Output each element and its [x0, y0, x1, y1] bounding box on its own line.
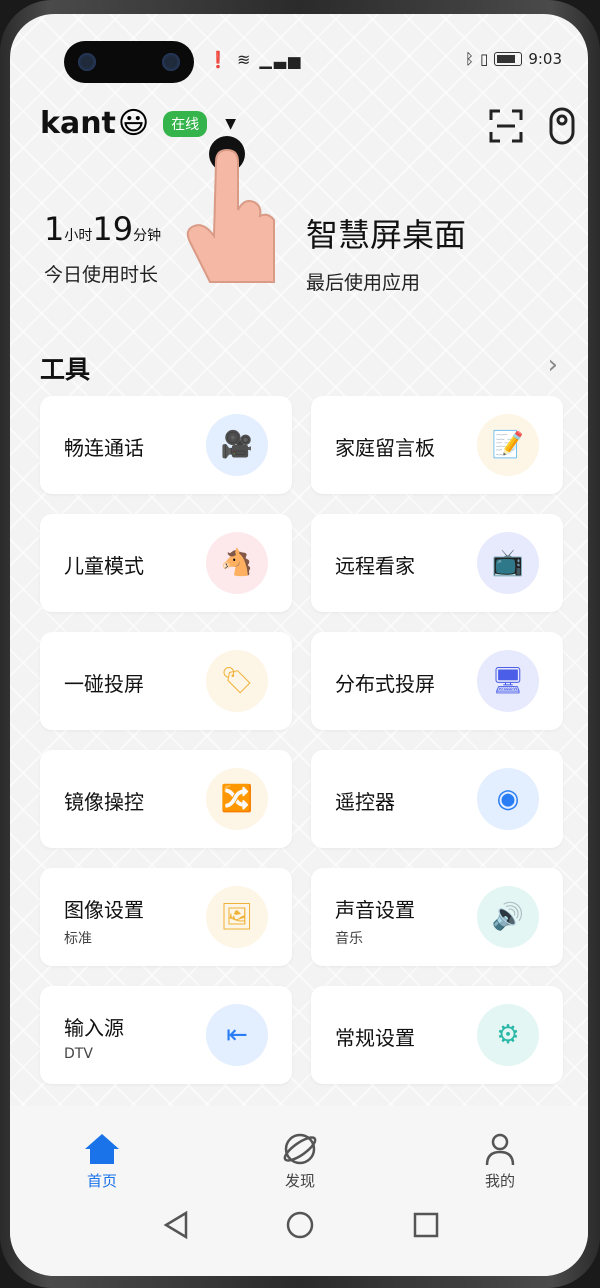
- status-icons-left: ❗ ≋ ▁▃▅: [208, 50, 302, 69]
- nav-home-label: 首页: [86, 1172, 117, 1190]
- tv-camera-icon: 📺: [477, 532, 539, 594]
- person-icon: [485, 1133, 515, 1166]
- speaker-icon: 🔊: [477, 886, 539, 948]
- touch-hand-icon: [180, 132, 290, 296]
- tool-card-label: 常规设置: [335, 1026, 415, 1050]
- tools-section-title: 工具: [40, 355, 91, 384]
- last-app-stat: 智慧屏桌面 最后使用应用: [306, 210, 466, 295]
- usage-hours-unit: 小时: [64, 228, 93, 244]
- home-button[interactable]: [285, 1210, 315, 1244]
- nav-mine-label: 我的: [484, 1172, 515, 1190]
- tool-card[interactable]: 畅连通话 🎥: [40, 396, 292, 494]
- tool-card-label: 分布式投屏: [335, 672, 435, 696]
- tool-card[interactable]: 儿童模式 🐴: [40, 514, 292, 612]
- nav-discover[interactable]: 发现: [260, 1132, 340, 1191]
- tool-card[interactable]: 声音设置音乐 🔊: [311, 868, 563, 966]
- tool-card-sublabel: DTV: [64, 1046, 93, 1062]
- gear-icon: ⚙: [477, 1004, 539, 1066]
- multi-screen-icon: 🖥: [477, 650, 539, 712]
- nav-home[interactable]: 首页: [62, 1132, 142, 1191]
- bluetooth-icon: ᛒ: [465, 50, 475, 68]
- wifi-icon: ≋: [237, 50, 253, 69]
- input-source-icon: ⇤: [206, 1004, 268, 1066]
- tool-card-label: 一碰投屏: [64, 672, 144, 696]
- camera-cutout: [64, 41, 194, 83]
- chevron-right-icon[interactable]: ›: [548, 350, 558, 380]
- status-time: 9:03: [528, 50, 562, 68]
- dropdown-caret-icon[interactable]: ▼: [225, 116, 236, 132]
- tool-card[interactable]: 常规设置 ⚙: [311, 986, 563, 1084]
- tool-card-label: 远程看家: [335, 554, 415, 578]
- tool-card[interactable]: 一碰投屏 🏷: [40, 632, 292, 730]
- back-button[interactable]: [162, 1210, 190, 1244]
- camera-lens-icon: [78, 53, 96, 71]
- recents-button[interactable]: [411, 1210, 441, 1244]
- remote-button[interactable]: [542, 106, 582, 146]
- tool-card[interactable]: 遥控器 ◉: [311, 750, 563, 848]
- signal-icon: ▁▃▅: [259, 50, 303, 69]
- tool-card-label: 遥控器: [335, 790, 395, 814]
- tool-card-label: 畅连通话: [64, 436, 144, 460]
- camera-lens-icon: [162, 53, 180, 71]
- rocking-horse-icon: 🐴: [206, 532, 268, 594]
- recents-square-icon: [413, 1212, 439, 1238]
- tool-card-label: 输入源: [64, 1016, 124, 1040]
- nav-mine[interactable]: 我的: [460, 1132, 540, 1191]
- usage-label: 今日使用时长: [44, 264, 159, 286]
- alert-icon: ❗: [208, 50, 230, 69]
- username: kant: [40, 106, 116, 141]
- remote-control-icon: ◉: [477, 768, 539, 830]
- usage-minutes: 19: [92, 210, 134, 248]
- home-circle-icon: [286, 1211, 314, 1239]
- tool-card-sublabel: 标准: [64, 931, 92, 947]
- note-icon: 📝: [477, 414, 539, 476]
- tool-card-label: 儿童模式: [64, 554, 144, 578]
- tool-card[interactable]: 镜像操控 🔀: [40, 750, 292, 848]
- smile-emoji-icon: 😃: [117, 106, 150, 141]
- tool-card-label: 家庭留言板: [335, 436, 435, 460]
- planet-icon: [283, 1133, 317, 1165]
- scan-icon: [489, 109, 523, 143]
- image-icon: 🖼: [206, 886, 268, 948]
- tool-card[interactable]: 远程看家 📺: [311, 514, 563, 612]
- back-triangle-icon: [163, 1210, 188, 1240]
- battery-icon: [494, 52, 523, 66]
- tool-card-label: 声音设置: [335, 898, 415, 922]
- video-call-icon: 🎥: [206, 414, 268, 476]
- tool-card[interactable]: 图像设置标准 🖼: [40, 868, 292, 966]
- mirror-control-icon: 🔀: [206, 768, 268, 830]
- bottom-navigation: 首页 发现 我的: [10, 1106, 588, 1276]
- nfc-tag-icon: 🏷: [206, 650, 268, 712]
- vibrate-icon: ▯: [480, 50, 489, 68]
- nav-discover-label: 发现: [284, 1172, 315, 1190]
- home-icon: [85, 1134, 119, 1164]
- usage-stat: 1小时19分钟 今日使用时长: [44, 210, 161, 287]
- last-app-label: 最后使用应用: [306, 272, 421, 294]
- tool-card-label: 镜像操控: [64, 790, 144, 814]
- usage-minutes-unit: 分钟: [133, 228, 162, 244]
- last-app-name: 智慧屏桌面: [306, 216, 467, 254]
- app-screen: ❗ ≋ ▁▃▅ ᛒ ▯ 9:03 kant 😃 在线 ▼ 1小时19分钟 今日使…: [10, 14, 588, 1276]
- tool-card[interactable]: 家庭留言板 📝: [311, 396, 563, 494]
- tool-card-sublabel: 音乐: [335, 931, 363, 947]
- tool-card[interactable]: 分布式投屏 🖥: [311, 632, 563, 730]
- remote-icon: [549, 107, 575, 145]
- status-icons-right: ᛒ ▯ 9:03: [465, 50, 562, 68]
- tool-card[interactable]: 输入源 DTV ⇤: [40, 986, 292, 1084]
- phone-frame: ❗ ≋ ▁▃▅ ᛒ ▯ 9:03 kant 😃 在线 ▼ 1小时19分钟 今日使…: [0, 0, 600, 1288]
- tool-card-label: 图像设置: [64, 898, 144, 922]
- usage-hours: 1: [44, 210, 65, 248]
- scan-button[interactable]: [486, 106, 526, 146]
